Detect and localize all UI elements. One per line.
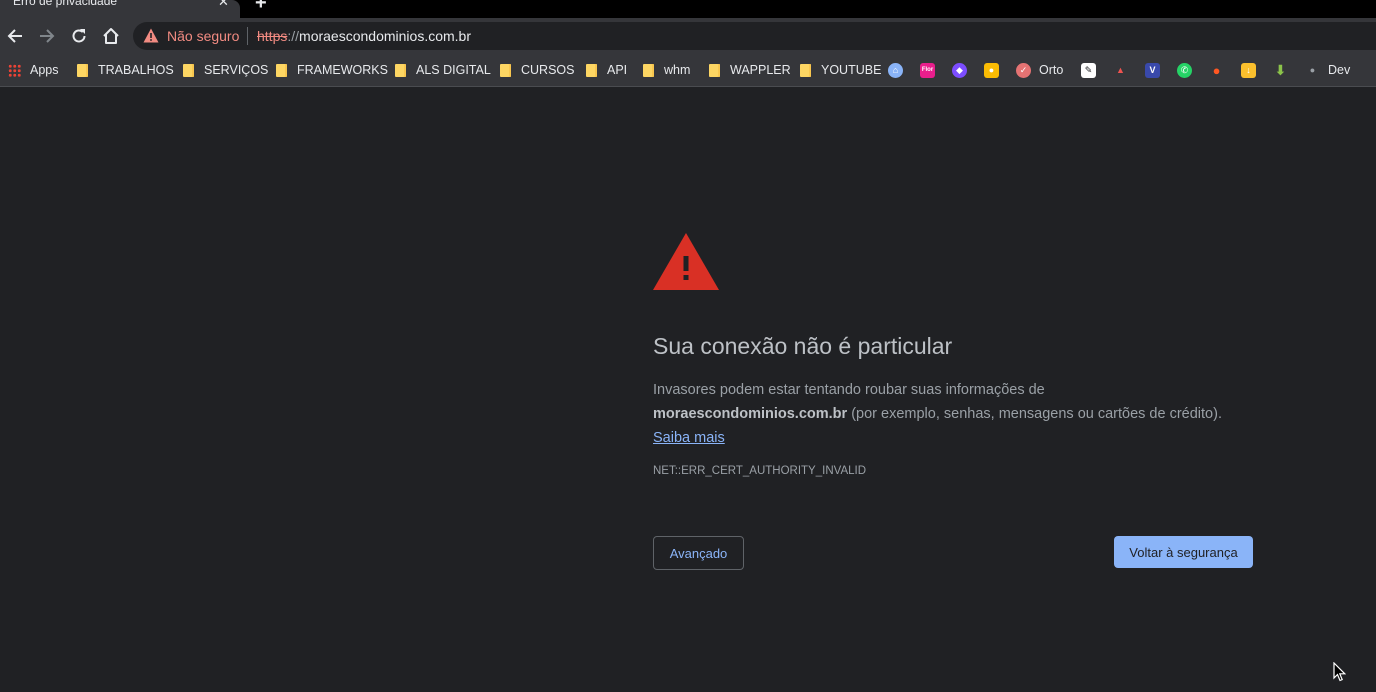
mountain-icon: ▲: [1116, 65, 1125, 75]
tab-active[interactable]: Erro de privacidade ✕: [0, 0, 240, 18]
folder-icon: [183, 63, 194, 77]
bookmark-folder[interactable]: WAPPLER: [709, 60, 791, 80]
bookmark-label: Dev: [1328, 63, 1351, 77]
folder-icon: [276, 63, 287, 77]
v-logo-icon: V: [1145, 62, 1160, 78]
pen-nib-icon: ✎: [1081, 62, 1096, 78]
apple-icon: ●: [1309, 65, 1316, 75]
address-bar[interactable]: Não seguro https://moraescondominios.com…: [133, 22, 1376, 50]
bookmark-label: FRAMEWORKS: [297, 63, 388, 77]
bookmark-folder[interactable]: ALS DIGITAL: [395, 60, 491, 80]
download-arrow-icon: ⬇: [1274, 61, 1287, 78]
folder-icon: [800, 63, 811, 77]
page-title: Sua conexão não é particular: [653, 333, 953, 359]
toolbar: Não seguro https://moraescondominios.com…: [0, 18, 1376, 54]
bookmark-favicon[interactable]: ▲: [1113, 60, 1128, 80]
bookmark-label: WAPPLER: [730, 63, 791, 77]
flor-icon: Flor: [920, 62, 935, 78]
url-host: moraescondominios.com.br: [299, 28, 471, 44]
whatsapp-icon: ✆: [1177, 62, 1192, 78]
bookmark-favicon[interactable]: ⬇: [1273, 60, 1288, 80]
back-button[interactable]: [5, 25, 25, 47]
bookmark-label: YOUTUBE: [821, 63, 882, 77]
bookmark-folder[interactable]: SERVIÇOS: [183, 60, 268, 80]
new-tab-button[interactable]: +: [255, 0, 267, 15]
folder-icon: [500, 63, 511, 77]
mouse-pointer-icon: [1333, 662, 1346, 682]
diamond-icon: ◆: [952, 62, 967, 78]
bookmark-folder[interactable]: CURSOS: [500, 60, 574, 80]
folder-icon: [709, 63, 720, 77]
bookmark-orto[interactable]: ✓ Orto: [1016, 60, 1063, 80]
download-box-icon: ↓: [1241, 62, 1256, 78]
not-secure-label[interactable]: Não seguro: [167, 28, 239, 44]
bookmark-label: whm: [664, 63, 691, 77]
bookmark-label: SERVIÇOS: [204, 63, 269, 77]
bookmark-dev[interactable]: ● Dev: [1305, 60, 1350, 80]
home-button[interactable]: [101, 25, 121, 47]
bookmark-favicon[interactable]: V: [1145, 60, 1160, 80]
reload-button[interactable]: [69, 25, 89, 47]
tab-strip: Erro de privacidade ✕ +: [0, 0, 1376, 18]
warning-triangle-icon[interactable]: [143, 28, 159, 43]
bookmark-favicon[interactable]: ↓: [1241, 60, 1256, 80]
bookmark-favicon[interactable]: ✆: [1177, 60, 1192, 80]
bookmark-label: Apps: [30, 63, 59, 77]
home-icon: [103, 28, 119, 44]
url-scheme: https: [257, 28, 288, 44]
bookmark-favicon[interactable]: ✎: [1081, 60, 1096, 80]
bookmark-favicon[interactable]: ⌂: [888, 60, 903, 80]
url-separator: ://: [287, 28, 300, 44]
folder-icon: [395, 63, 406, 77]
warning-triangle-icon: [653, 233, 719, 290]
domain-name: moraescondominios.com.br: [653, 406, 848, 422]
bookmark-folder[interactable]: FRAMEWORKS: [276, 60, 388, 80]
bookmark-favicon[interactable]: ●: [1209, 60, 1224, 80]
bookmark-folder[interactable]: API: [586, 60, 627, 80]
bookmark-label: Orto: [1039, 63, 1064, 77]
reload-icon: [72, 29, 86, 43]
arrow-left-icon: [7, 29, 22, 43]
omnibox-divider: [247, 27, 248, 45]
bookmarks-bar: Apps TRABALHOS SERVIÇOS FRAMEWORKS ALS D…: [0, 54, 1376, 87]
lightbulb-icon: ●: [984, 62, 999, 78]
close-icon[interactable]: ✕: [218, 0, 229, 10]
bookmark-favicon[interactable]: ◆: [952, 60, 967, 80]
back-to-safety-button[interactable]: Voltar à segurança: [1114, 536, 1253, 568]
bookmark-folder[interactable]: TRABALHOS: [77, 60, 174, 80]
explanation-text: Invasores podem estar tentando roubar su…: [653, 382, 1045, 398]
error-code[interactable]: NET::ERR_CERT_AUTHORITY_INVALID: [653, 465, 866, 477]
folder-icon: [586, 63, 597, 77]
bookmark-favicon[interactable]: Flor: [920, 60, 935, 80]
advanced-button[interactable]: Avançado: [653, 536, 744, 570]
explanation-text-2: (por exemplo, senhas, mensagens ou cartõ…: [847, 406, 1222, 422]
explanation-paragraph: Invasores podem estar tentando roubar su…: [653, 378, 1253, 450]
bookmark-label: TRABALHOS: [98, 63, 174, 77]
bookmark-apps[interactable]: Apps: [8, 60, 59, 80]
bookmark-folder[interactable]: whm: [643, 60, 690, 80]
bookmark-folder[interactable]: YOUTUBE: [800, 60, 881, 80]
folder-icon: [643, 63, 654, 77]
forward-button[interactable]: [37, 25, 57, 47]
arrow-right-icon: [40, 29, 55, 43]
apps-grid-icon: [8, 63, 21, 77]
bookmark-label: ALS DIGITAL: [416, 63, 491, 77]
flame-icon: ●: [1212, 62, 1221, 78]
house-icon: ⌂: [888, 62, 903, 78]
bookmark-favicon[interactable]: ●: [984, 60, 999, 80]
tab-title: Erro de privacidade: [13, 0, 118, 8]
bookmark-label: CURSOS: [521, 63, 575, 77]
bookmark-label: API: [607, 63, 628, 77]
check-circle-icon: ✓: [1016, 62, 1031, 78]
url-text[interactable]: https://moraescondominios.com.br: [257, 28, 471, 44]
folder-icon: [77, 63, 88, 77]
learn-more-link[interactable]: Saiba mais: [653, 430, 725, 446]
